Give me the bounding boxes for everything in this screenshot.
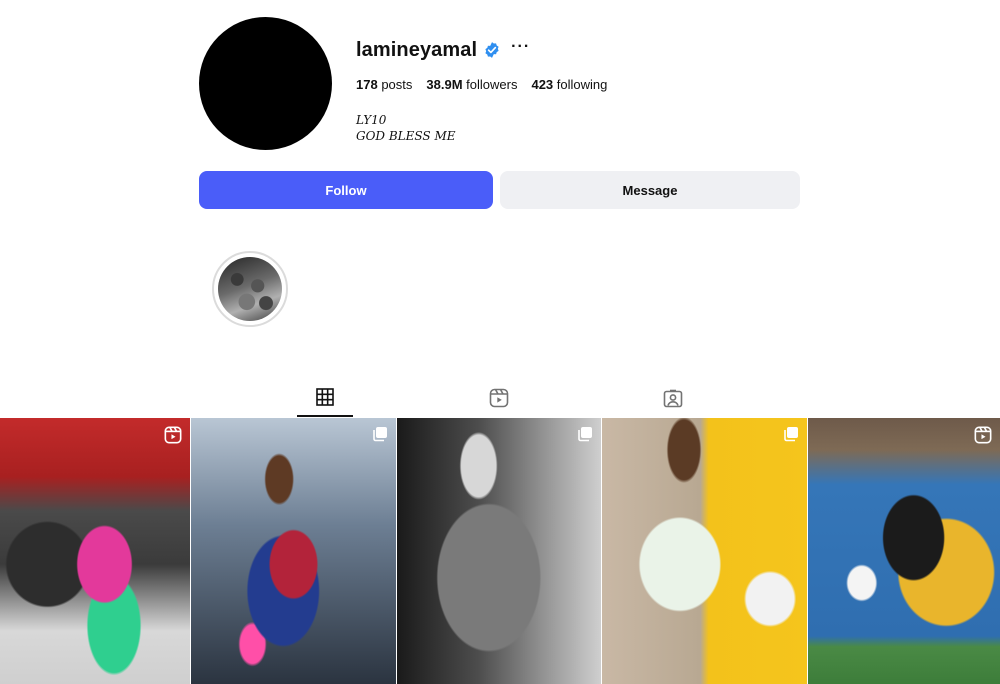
- verified-badge-icon: [483, 41, 501, 59]
- post-tile[interactable]: [602, 418, 807, 684]
- bio-line-2: GOD BLESS ME: [356, 129, 456, 143]
- carousel-icon: [577, 426, 593, 447]
- grid-icon: [316, 383, 334, 411]
- followers-count: 38.9M: [426, 77, 463, 92]
- profile-bio: LY10 GOD BLESS ME: [356, 112, 456, 144]
- followers-label: followers: [466, 77, 518, 92]
- tab-tagged[interactable]: [645, 383, 701, 417]
- post-tile[interactable]: [191, 418, 396, 684]
- profile-stats: 178 posts 38.9M followers 423 following: [356, 77, 607, 92]
- bio-line-1: LY10: [356, 113, 387, 127]
- profile-avatar: [199, 17, 332, 150]
- tab-reels[interactable]: [471, 383, 527, 417]
- posts-label: posts: [381, 77, 413, 92]
- story-highlight[interactable]: [212, 251, 288, 327]
- following-count: 423: [531, 77, 554, 92]
- username: lamineyamal: [356, 38, 478, 61]
- reels-icon: [489, 383, 509, 413]
- profile-tabs: [0, 383, 1000, 417]
- post-tile[interactable]: [397, 418, 601, 684]
- message-button[interactable]: Message: [500, 171, 800, 209]
- posts-stat: 178 posts: [356, 77, 412, 92]
- story-highlight-thumbnail: [218, 257, 282, 321]
- following-label: following: [556, 77, 608, 92]
- follow-button[interactable]: Follow: [199, 171, 493, 209]
- posts-grid: [0, 418, 1000, 684]
- tagged-icon: [663, 383, 683, 413]
- carousel-icon: [783, 426, 799, 447]
- followers-stat[interactable]: 38.9M followers: [426, 77, 517, 92]
- reel-icon: [164, 426, 182, 449]
- reel-icon: [974, 426, 992, 449]
- post-tile[interactable]: [0, 418, 190, 684]
- following-stat[interactable]: 423 following: [531, 77, 607, 92]
- username-row: lamineyamal ···: [356, 36, 530, 64]
- carousel-icon: [372, 426, 388, 447]
- tab-posts[interactable]: [297, 383, 353, 417]
- post-tile[interactable]: [808, 418, 1000, 684]
- posts-count: 178: [356, 77, 378, 92]
- more-options-icon[interactable]: ···: [511, 39, 530, 55]
